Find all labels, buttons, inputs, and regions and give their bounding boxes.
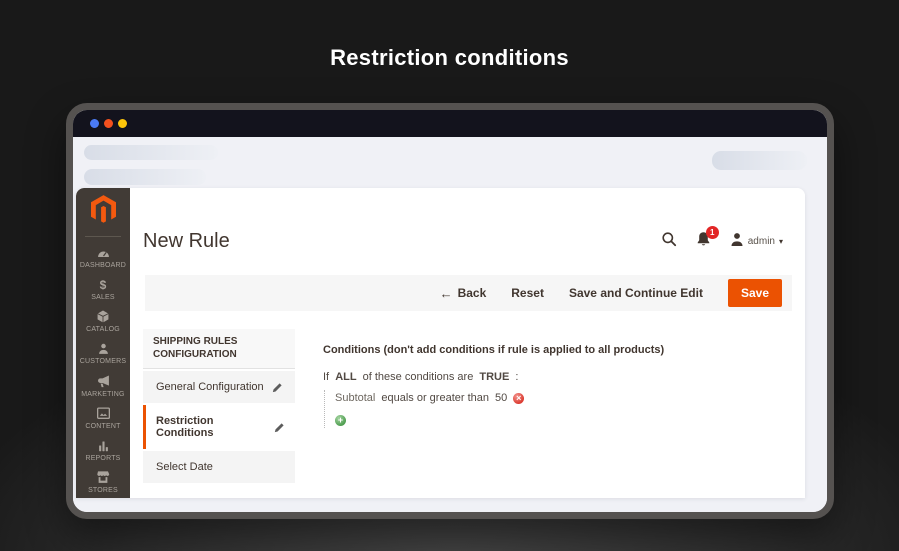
sidebar-item-marketing[interactable]: MARKETING <box>76 370 130 402</box>
reports-icon <box>97 438 110 453</box>
sidebar-item-stores[interactable]: STORES <box>76 466 130 498</box>
window-control-blue[interactable] <box>90 119 99 128</box>
condition-operator[interactable]: equals or greater than <box>381 392 489 404</box>
customers-icon <box>97 341 110 356</box>
page-title: Restriction conditions <box>330 45 569 70</box>
config-nav-header: SHIPPING RULES CONFIGURATION <box>143 329 295 369</box>
conditions-section: Conditions (don't add conditions if rule… <box>323 329 783 498</box>
skeleton-pill <box>712 151 807 170</box>
save-and-continue-button[interactable]: Save and Continue Edit <box>569 286 703 300</box>
sales-icon: $ <box>99 277 107 292</box>
window-control-orange[interactable] <box>104 119 113 128</box>
sidebar-item-sales[interactable]: $ SALES <box>76 273 130 305</box>
nav-item-select-date[interactable]: Select Date <box>143 451 295 483</box>
condition-value[interactable]: 50 <box>495 392 507 404</box>
stores-icon <box>96 470 110 485</box>
sidebar-item-label: CONTENT <box>85 422 121 430</box>
skeleton-pill <box>84 169 206 185</box>
sidebar-item-label: SALES <box>91 294 115 302</box>
content-icon <box>96 406 111 421</box>
back-button[interactable]: ← Back <box>440 286 487 301</box>
reset-button[interactable]: Reset <box>511 286 544 300</box>
sidebar-item-label: REPORTS <box>85 454 121 462</box>
condition-row: Subtotal equals or greater than 50 × <box>335 390 783 404</box>
aggregate-value-select[interactable]: TRUE <box>479 371 509 383</box>
sidebar-item-label: MARKETING <box>81 390 125 398</box>
window-titlebar <box>73 110 827 137</box>
sidebar-item-label: STORES <box>88 486 118 494</box>
skeleton-pill <box>84 145 218 160</box>
save-button[interactable]: Save <box>727 279 782 307</box>
browser-chrome: DASHBOARD $ SALES CATALOG CUSTOMERS MARK… <box>73 137 827 512</box>
content-area: SHIPPING RULES CONFIGURATION General Con… <box>130 311 805 498</box>
magento-sidebar: DASHBOARD $ SALES CATALOG CUSTOMERS MARK… <box>76 188 130 498</box>
sidebar-item-catalog[interactable]: CATALOG <box>76 305 130 337</box>
edit-pencil-icon <box>272 382 283 393</box>
action-toolbar: ← Back Reset Save and Continue Edit Save <box>145 275 792 311</box>
nav-item-general-configuration[interactable]: General Configuration <box>143 371 295 403</box>
magento-logo-icon[interactable] <box>90 195 116 229</box>
dashboard-icon <box>96 245 111 260</box>
back-arrow-icon: ← <box>439 285 453 301</box>
remove-condition-icon[interactable]: × <box>513 392 525 404</box>
edit-pencil-icon <box>274 422 285 433</box>
user-name: admin <box>747 236 775 247</box>
sidebar-item-label: DASHBOARD <box>79 262 127 270</box>
sidebar-item-label: CUSTOMERS <box>79 358 127 366</box>
notifications-button[interactable]: 1 <box>696 226 719 252</box>
page-heading: New Rule <box>143 230 230 252</box>
aggregator-select[interactable]: ALL <box>335 371 356 383</box>
sidebar-item-dashboard[interactable]: DASHBOARD <box>76 241 130 273</box>
conditions-aggregate-line: If ALL of these conditions are TRUE : <box>323 371 519 383</box>
nav-item-restriction-conditions[interactable]: Restriction Conditions <box>143 405 295 449</box>
marketing-icon <box>96 374 111 389</box>
chevron-down-icon: ▾ <box>778 236 783 246</box>
rule-tree: Subtotal equals or greater than 50 × + <box>324 390 783 428</box>
admin-main: New Rule 1 admin ▾ ← Back Reset Save and… <box>130 188 805 498</box>
catalog-icon <box>96 309 110 324</box>
admin-page-header: New Rule 1 admin ▾ <box>130 188 805 273</box>
sidebar-item-customers[interactable]: CUSTOMERS <box>76 337 130 369</box>
search-icon[interactable] <box>661 231 677 252</box>
browser-window: DASHBOARD $ SALES CATALOG CUSTOMERS MARK… <box>66 103 834 519</box>
config-nav: SHIPPING RULES CONFIGURATION General Con… <box>143 329 295 498</box>
condition-attribute[interactable]: Subtotal <box>335 392 375 404</box>
notification-badge: 1 <box>705 226 719 239</box>
admin-page: DASHBOARD $ SALES CATALOG CUSTOMERS MARK… <box>76 188 805 498</box>
add-condition-icon[interactable]: + <box>335 415 346 426</box>
sidebar-divider <box>85 236 121 237</box>
sidebar-item-label: CATALOG <box>86 326 120 334</box>
user-icon <box>730 232 744 252</box>
admin-user-menu[interactable]: admin ▾ <box>730 232 783 252</box>
sidebar-item-reports[interactable]: REPORTS <box>76 434 130 466</box>
sidebar-item-content[interactable]: CONTENT <box>76 402 130 434</box>
conditions-heading: Conditions (don't add conditions if rule… <box>323 344 665 356</box>
window-control-yellow[interactable] <box>118 119 127 128</box>
